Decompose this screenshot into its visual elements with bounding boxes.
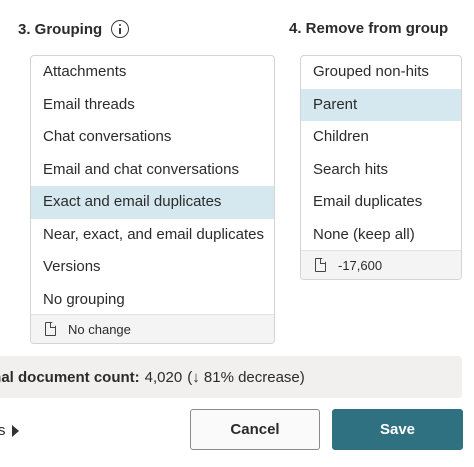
cancel-button[interactable]: Cancel bbox=[190, 409, 320, 450]
remove-title: 4. Remove from group bbox=[289, 20, 449, 37]
remove-option[interactable]: Children bbox=[301, 121, 461, 154]
grouping-option[interactable]: Versions bbox=[31, 251, 274, 284]
remove-heading: 4. Remove from group bbox=[289, 20, 448, 37]
grouping-option[interactable]: No grouping bbox=[31, 284, 274, 317]
details-toggle[interactable]: s bbox=[0, 422, 19, 439]
remove-option[interactable]: Search hits bbox=[301, 154, 461, 187]
details-toggle-label: s bbox=[0, 422, 6, 439]
document-icon bbox=[315, 258, 326, 272]
grouping-footer-text: No change bbox=[68, 321, 131, 337]
save-button[interactable]: Save bbox=[332, 409, 463, 450]
grouping-option[interactable]: Chat conversations bbox=[31, 121, 274, 154]
caret-right-icon bbox=[11, 424, 19, 437]
document-count-bar: inal document count: 4,020 (↓ 81% decrea… bbox=[0, 356, 462, 398]
remove-option[interactable]: Email duplicates bbox=[301, 186, 461, 219]
grouping-footer: No change bbox=[31, 314, 274, 343]
grouping-heading: 3. Grouping bbox=[18, 20, 130, 38]
info-icon[interactable] bbox=[111, 20, 130, 38]
document-count-value: 4,020 bbox=[144, 368, 183, 386]
document-count-change: (↓ 81% decrease) bbox=[187, 368, 305, 386]
remove-listbox: Grouped non-hits Parent Children Search … bbox=[300, 55, 462, 280]
document-icon bbox=[45, 322, 56, 336]
document-count-label: inal document count: bbox=[0, 368, 140, 386]
grouping-option[interactable]: Near, exact, and email duplicates bbox=[31, 219, 274, 252]
remove-option[interactable]: None (keep all) bbox=[301, 219, 461, 252]
grouping-dialog: 3. Grouping 4. Remove from group Attachm… bbox=[0, 0, 474, 467]
grouping-option[interactable]: Email threads bbox=[31, 89, 274, 122]
remove-option-selected[interactable]: Parent bbox=[301, 88, 461, 121]
remove-footer: -17,600 bbox=[301, 250, 461, 279]
remove-footer-text: -17,600 bbox=[338, 257, 383, 273]
grouping-listbox: Attachments Email threads Chat conversat… bbox=[30, 55, 275, 344]
grouping-title: 3. Grouping bbox=[18, 20, 103, 38]
grouping-option[interactable]: Attachments bbox=[31, 56, 274, 89]
remove-option[interactable]: Grouped non-hits bbox=[301, 56, 461, 89]
grouping-option[interactable]: Email and chat conversations bbox=[31, 154, 274, 187]
grouping-option-selected[interactable]: Exact and email duplicates bbox=[31, 186, 274, 219]
